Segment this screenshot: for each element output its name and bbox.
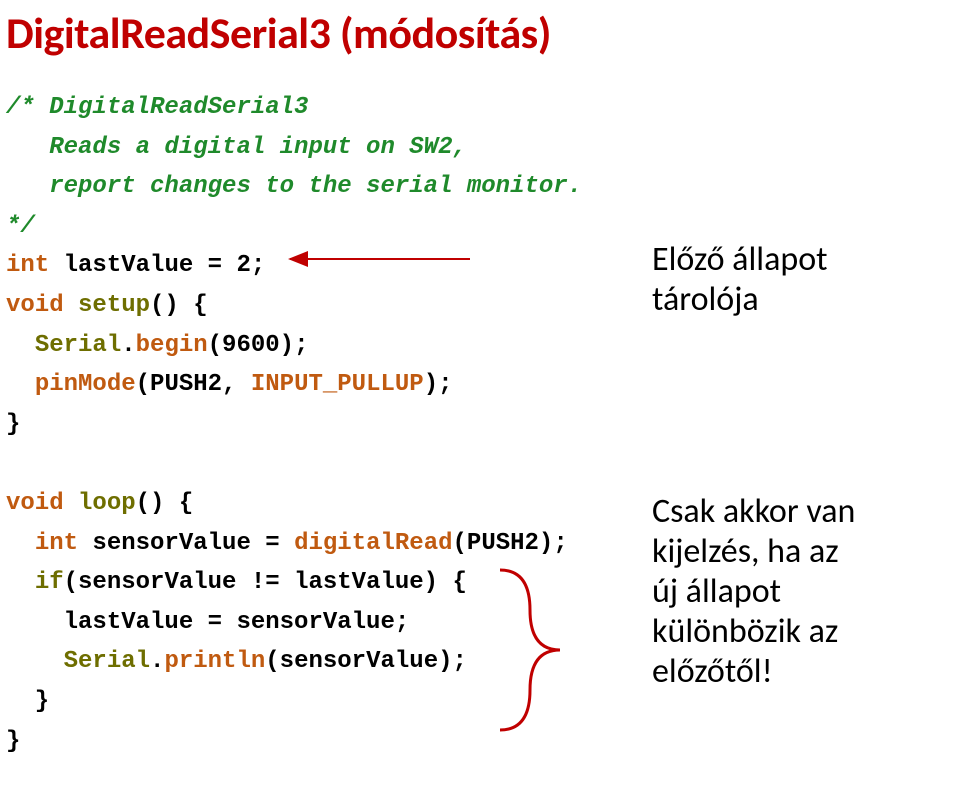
code-line: /* DigitalReadSerial3 xyxy=(6,88,960,128)
code-line: } xyxy=(6,722,960,762)
code-line: Reads a digital input on SW2, xyxy=(6,128,960,168)
code-line: } xyxy=(6,405,960,445)
annotation-prev-state: Előző állapot tárolója xyxy=(652,240,828,320)
code-blank xyxy=(6,444,960,484)
slide-title: DigitalReadSerial3 (módosítás) xyxy=(0,0,960,60)
code-line: Serial.begin(9600); xyxy=(6,326,960,366)
code-line: pinMode(PUSH2, INPUT_PULLUP); xyxy=(6,365,960,405)
annotation-only-change: Csak akkor van kijelzés, ha az új állapo… xyxy=(652,492,855,693)
code-line: report changes to the serial monitor. xyxy=(6,167,960,207)
